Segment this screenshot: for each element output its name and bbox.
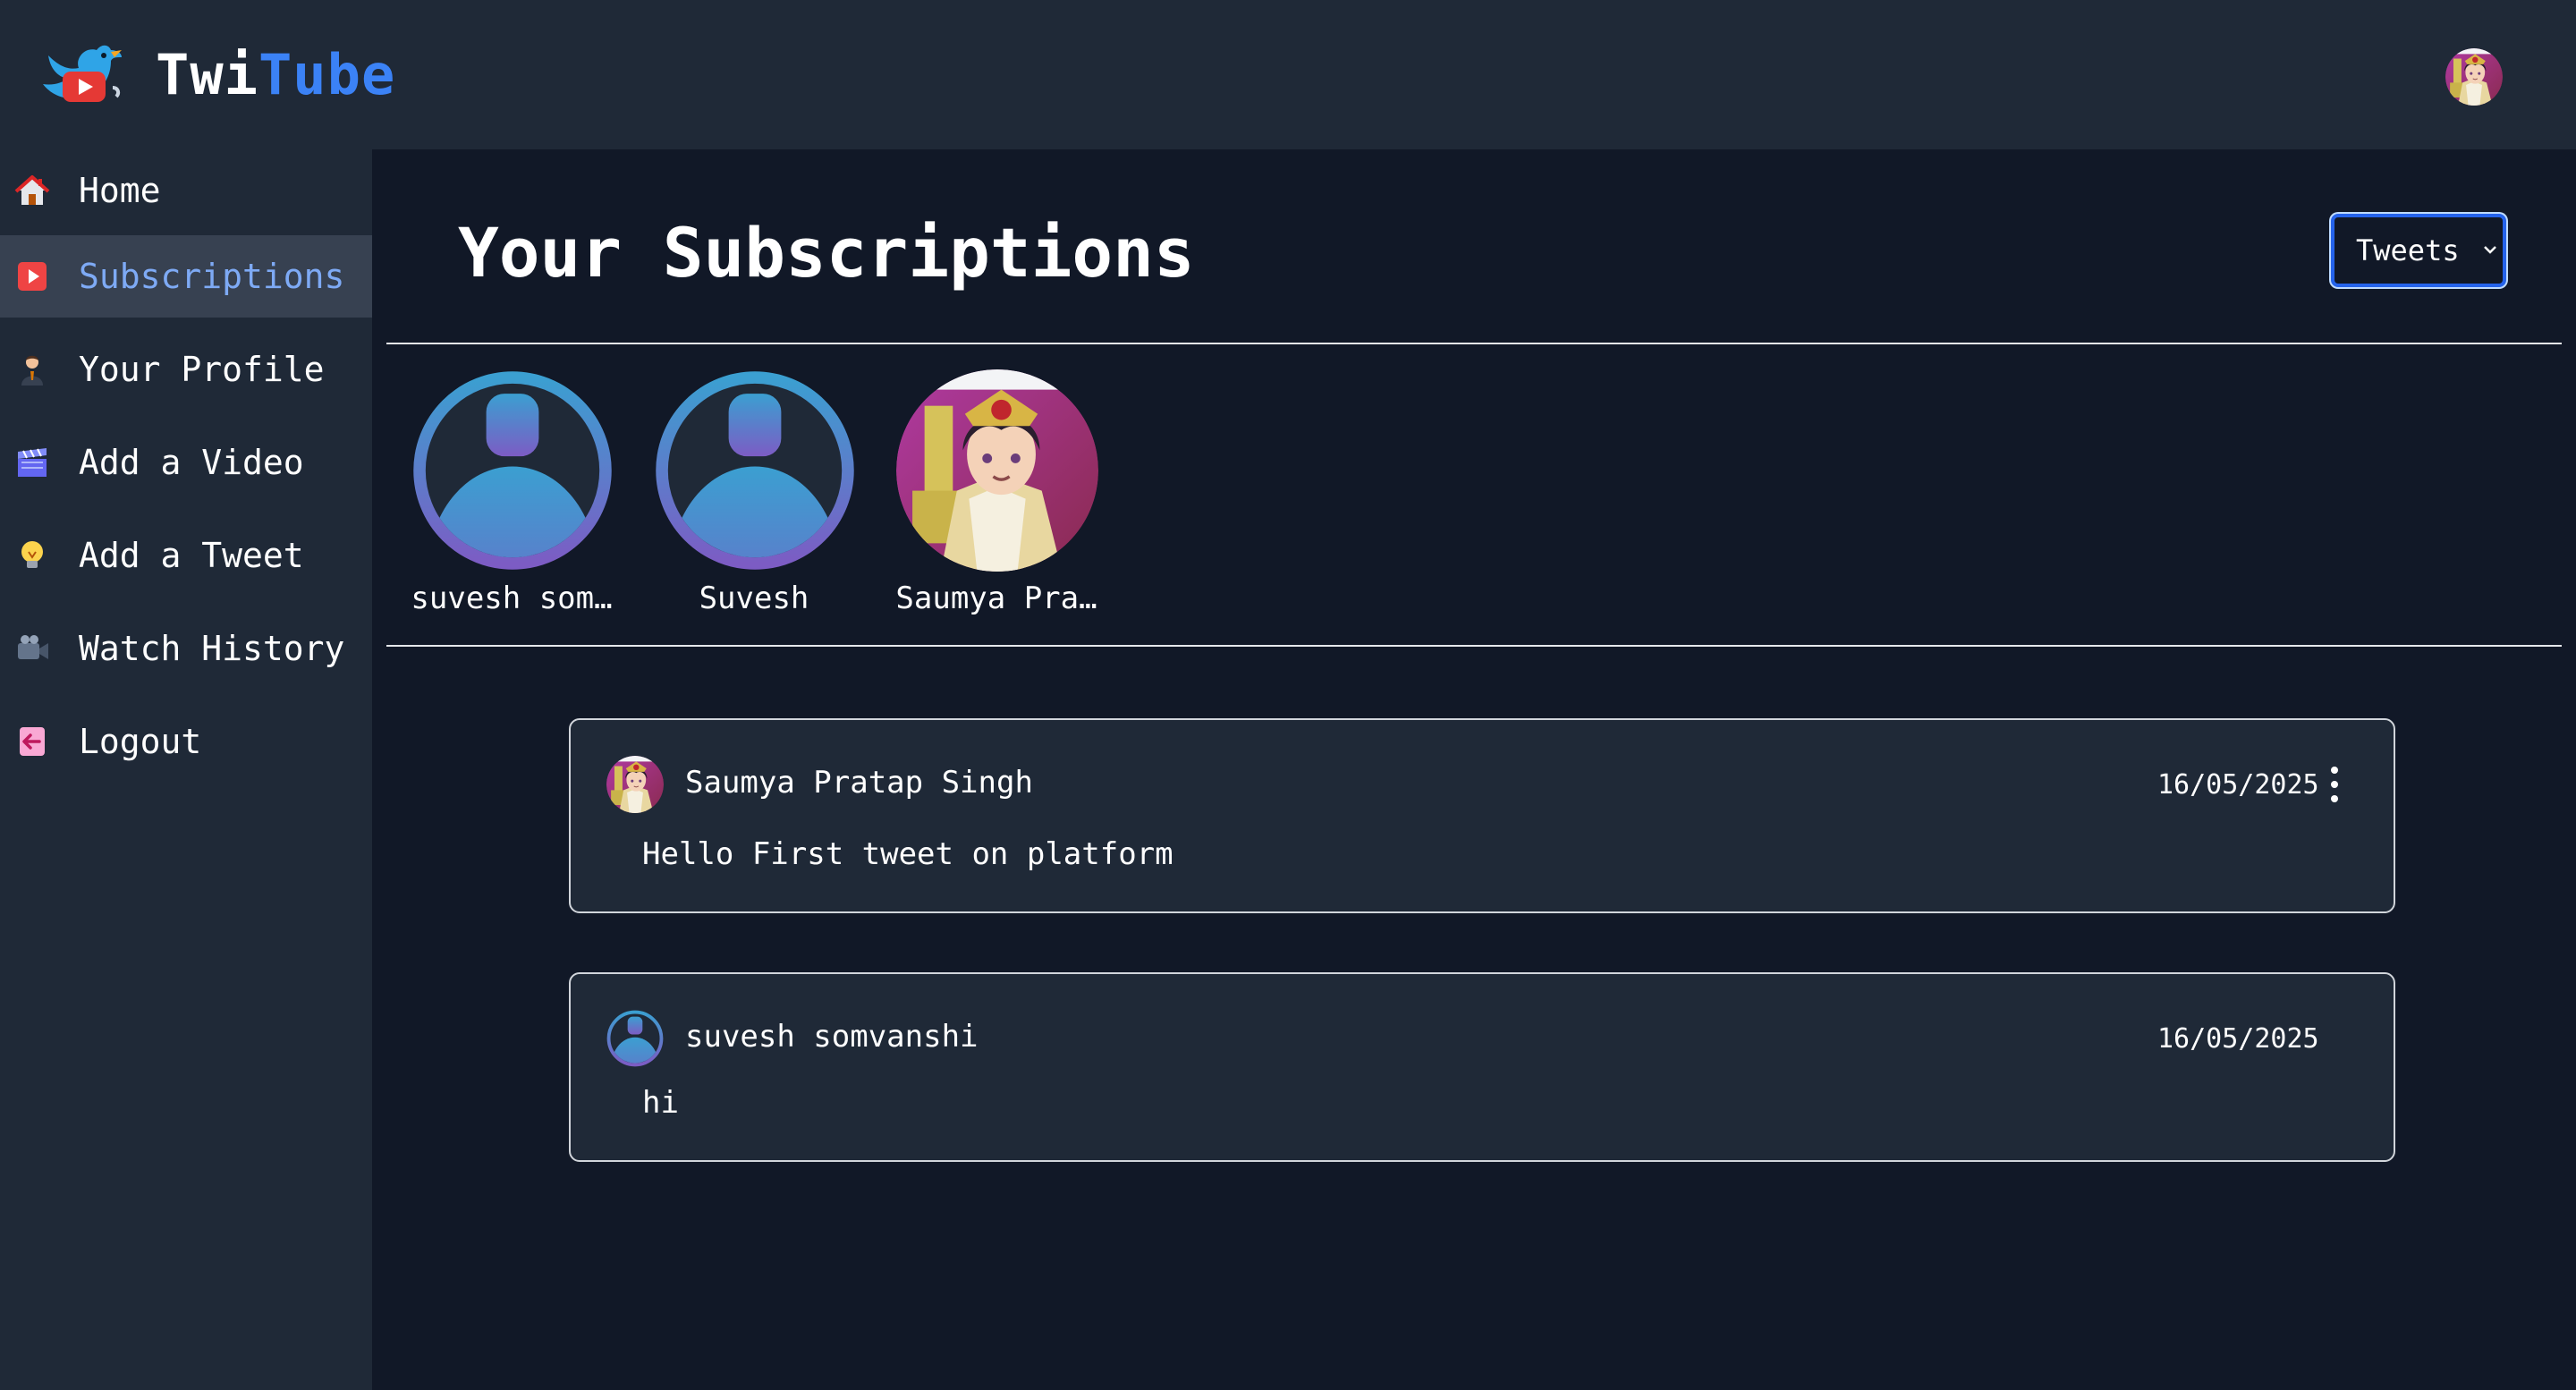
lightbulb-icon: [21, 541, 43, 568]
channel-name: Saumya Pra…: [895, 581, 1097, 616]
sidebar-item-home[interactable]: Home: [0, 149, 372, 232]
sidebar-item-add-video[interactable]: Add a Video: [0, 421, 372, 504]
logout-icon: [20, 727, 45, 756]
user-avatar[interactable]: [2445, 48, 2503, 106]
sidebar-item-subscriptions[interactable]: Subscriptions: [0, 235, 372, 318]
page-title: Your Subscriptions: [458, 213, 1195, 292]
channel-avatar[interactable]: [896, 369, 1098, 572]
channel-name: Suvesh: [699, 581, 809, 616]
sidebar-item-label: Your Profile: [79, 350, 325, 389]
select-value: Tweets: [2356, 233, 2460, 267]
sidebar-item-watch-history[interactable]: Watch History: [0, 607, 372, 690]
video-camera-icon: [18, 635, 48, 659]
channel-avatar[interactable]: [654, 369, 856, 572]
top-header: TwiTube: [0, 0, 2576, 149]
sidebar: Home Subscriptions Your Profile Add a Vi…: [0, 149, 372, 1390]
sidebar-item-add-tweet[interactable]: Add a Tweet: [0, 514, 372, 597]
more-options-icon[interactable]: [2324, 763, 2345, 806]
house-icon: [14, 175, 50, 205]
sidebar-item-your-profile[interactable]: Your Profile: [0, 328, 372, 411]
divider: [386, 645, 2562, 647]
sidebar-item-label: Add a Tweet: [79, 536, 304, 575]
tweet-author-avatar[interactable]: [606, 756, 664, 813]
sidebar-item-label: Subscriptions: [79, 257, 345, 296]
brand-name[interactable]: TwiTube: [156, 39, 395, 111]
tweet-card: Saumya Pratap Singh 16/05/2025 Hello Fir…: [569, 718, 2395, 913]
tweet-author-avatar[interactable]: [606, 1010, 664, 1067]
sidebar-item-label: Watch History: [79, 629, 345, 668]
person-icon: [21, 355, 43, 386]
sidebar-item-label: Logout: [79, 722, 202, 761]
sidebar-item-logout[interactable]: Logout: [0, 700, 372, 783]
channel-avatar[interactable]: [411, 369, 614, 572]
clapperboard-icon: [18, 448, 47, 477]
tweet-date: 16/05/2025: [2157, 769, 2319, 801]
tweet-body: Hello First tweet on platform: [642, 836, 1174, 872]
brand-part-tube: Tube: [258, 42, 396, 107]
tweet-body: hi: [642, 1085, 679, 1121]
channel-name: suvesh som…: [411, 581, 613, 616]
divider: [386, 343, 2562, 344]
content-type-select[interactable]: Tweets: [2331, 214, 2506, 287]
sidebar-item-label: Home: [79, 171, 161, 210]
chevron-down-icon: [2484, 246, 2496, 254]
tweet-card: suvesh somvanshi 16/05/2025 hi: [569, 972, 2395, 1162]
twitube-logo-icon[interactable]: [39, 38, 129, 113]
brand-part-twi: Twi: [156, 42, 258, 107]
tweet-author[interactable]: suvesh somvanshi: [685, 1019, 979, 1055]
main-content: Your Subscriptions Tweets suvesh som… Su…: [372, 149, 2576, 1390]
sidebar-item-label: Add a Video: [79, 443, 304, 482]
tweet-author[interactable]: Saumya Pratap Singh: [685, 765, 1033, 801]
play-button-icon: [18, 262, 47, 291]
tweet-date: 16/05/2025: [2157, 1023, 2319, 1055]
